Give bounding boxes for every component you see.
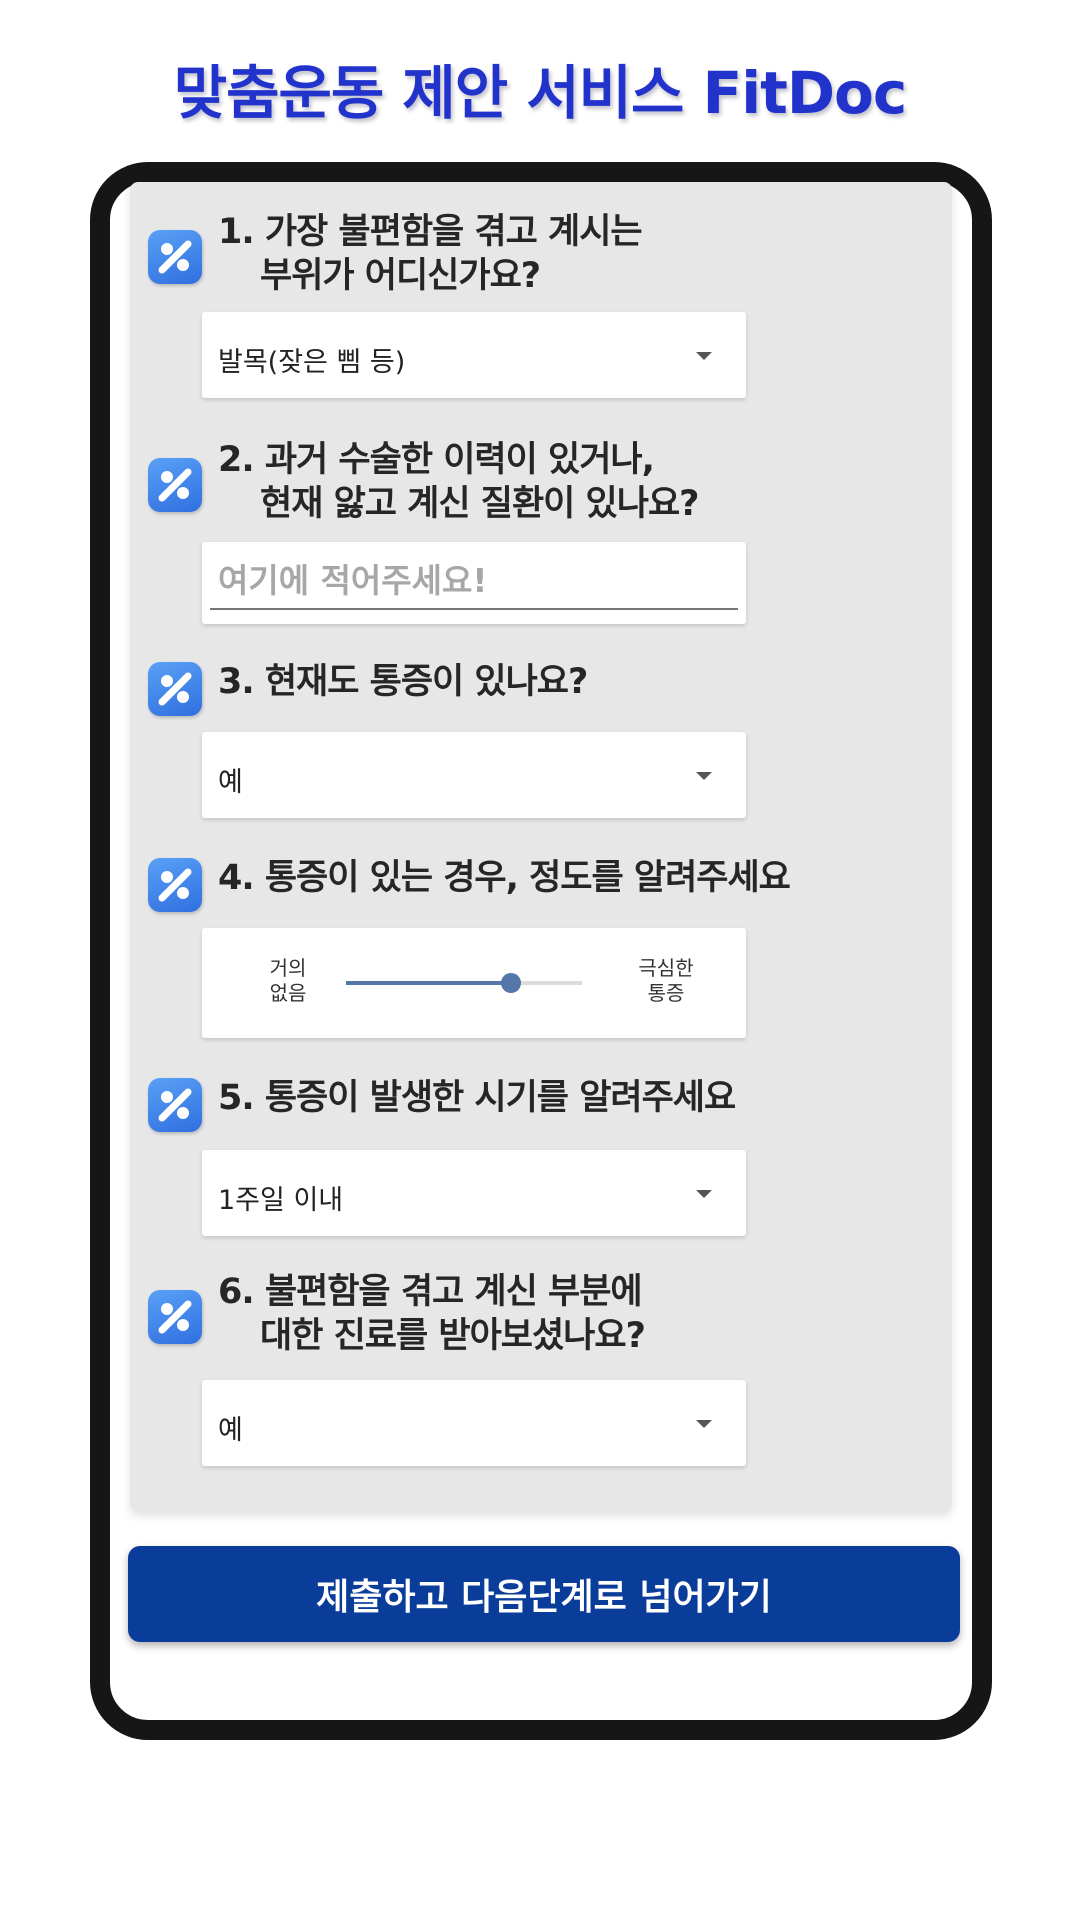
- treatment-history-select[interactable]: 예: [202, 1380, 746, 1466]
- caret-down-icon: [696, 1420, 712, 1428]
- current-pain-select[interactable]: 예: [202, 732, 746, 818]
- pain-level-slider[interactable]: [346, 973, 582, 993]
- caret-down-icon: [696, 1190, 712, 1198]
- current-pain-select-value: 예: [218, 767, 243, 798]
- pain-onset-select[interactable]: 1주일 이내: [202, 1150, 746, 1236]
- slider-max-label: 극심한 통증: [638, 956, 694, 1005]
- caret-down-icon: [696, 772, 712, 780]
- caret-down-icon: [696, 352, 712, 360]
- submit-next-button[interactable]: 제출하고 다음단계로 넘어가기: [128, 1546, 960, 1642]
- percent-icon: [148, 662, 202, 716]
- question-1-text: 1. 가장 불편함을 겪고 계시는 부위가 어디신가요?: [218, 212, 643, 296]
- body-part-select[interactable]: 발목(잦은 삠 등): [202, 312, 746, 398]
- percent-icon: [148, 1290, 202, 1344]
- question-3-text: 3. 현재도 통증이 있나요?: [218, 662, 588, 702]
- body-part-select-value: 발목(잦은 삠 등): [218, 347, 406, 378]
- question-5-text: 5. 통증이 발생한 시기를 알려주세요: [218, 1078, 736, 1118]
- slider-min-label: 거의 없음: [269, 956, 307, 1005]
- slider-fill: [346, 981, 512, 985]
- question-4-text: 4. 통증이 있는 경우, 정도를 알려주세요: [218, 858, 791, 898]
- percent-icon: [148, 458, 202, 512]
- slider-thumb[interactable]: [501, 973, 522, 993]
- medical-history-field-wrap: [202, 542, 746, 624]
- pain-onset-select-value: 1주일 이내: [218, 1185, 344, 1216]
- question-2-text: 2. 과거 수술한 이력이 있거나, 현재 앓고 계신 질환이 있나요?: [218, 440, 699, 524]
- page-title: 맞춤운동 제안 서비스 FitDoc: [173, 59, 907, 127]
- question-6-text: 6. 불편함을 겪고 계신 부분에 대한 진료를 받아보셨나요?: [218, 1272, 646, 1356]
- pain-level-slider-box: 거의 없음 극심한 통증: [202, 928, 746, 1038]
- percent-icon: [148, 230, 202, 284]
- percent-icon: [148, 1078, 202, 1132]
- treatment-history-select-value: 예: [218, 1415, 243, 1446]
- medical-history-input[interactable]: [210, 552, 738, 610]
- percent-icon: [148, 858, 202, 912]
